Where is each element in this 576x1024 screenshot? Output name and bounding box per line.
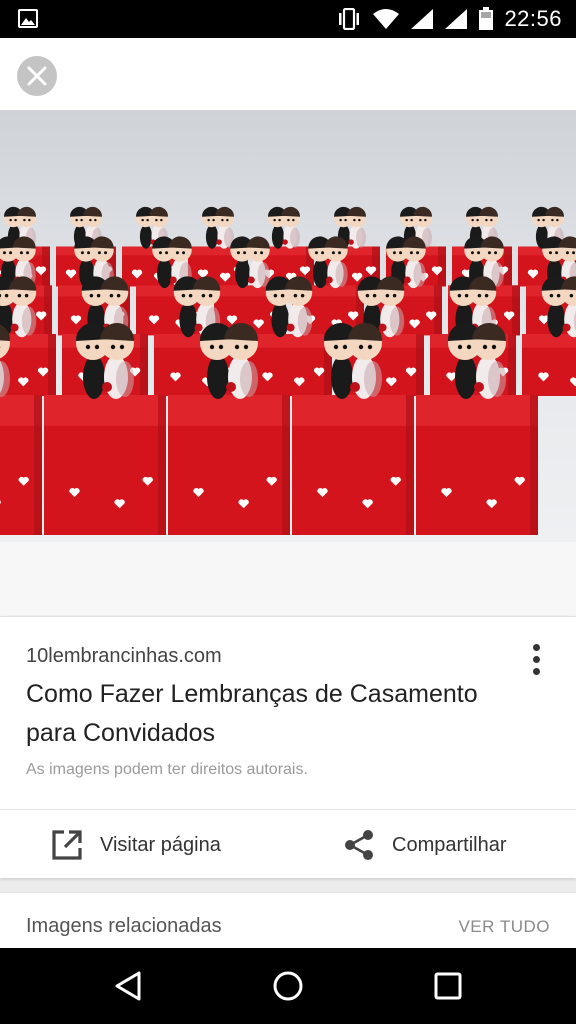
copyright-notice: As imagens podem ter direitos autorais. — [26, 761, 308, 778]
status-icons: 22:56 — [336, 0, 562, 38]
visit-page-label: Visitar página — [100, 833, 221, 856]
more-options-button[interactable] — [520, 639, 552, 679]
close-icon — [27, 66, 47, 86]
related-images-title: Imagens relacionadas — [26, 915, 222, 937]
source-domain[interactable]: 10lembrancinhas.com — [26, 645, 222, 668]
status-bar: 22:56 — [0, 0, 576, 38]
share-label: Compartilhar — [392, 833, 507, 856]
image-spacer — [0, 542, 576, 616]
wifi-icon — [373, 9, 400, 29]
more-vert-icon — [532, 643, 540, 651]
signal-icon — [445, 9, 468, 29]
result-title[interactable]: Como Fazer Lembranças de Casamento para … — [26, 675, 506, 753]
battery-icon — [479, 7, 494, 30]
viewer-header — [0, 38, 576, 110]
visit-page-button[interactable]: Visitar página — [50, 825, 221, 865]
back-button[interactable] — [108, 968, 148, 1004]
result-info-card: 10lembrancinhas.com Como Fazer Lembrança… — [0, 616, 576, 878]
close-button[interactable] — [17, 56, 57, 96]
back-icon — [115, 971, 141, 1001]
recents-icon — [434, 972, 462, 1000]
recents-button[interactable] — [428, 968, 468, 1004]
related-images-section: Imagens relacionadas VER TUDO — [0, 892, 576, 948]
divider — [0, 809, 576, 810]
signal-icon — [411, 9, 434, 29]
home-button[interactable] — [268, 968, 308, 1004]
status-time: 22:56 — [504, 6, 562, 31]
share-button[interactable]: Compartilhar — [342, 825, 506, 865]
home-icon — [273, 971, 303, 1001]
see-all-button[interactable]: VER TUDO — [458, 917, 550, 937]
gallery-icon — [18, 9, 38, 28]
result-image[interactable] — [0, 110, 576, 542]
open-in-new-icon — [52, 830, 82, 860]
navigation-bar — [0, 948, 576, 1024]
vibrate-icon — [339, 8, 360, 30]
share-icon — [345, 830, 373, 860]
